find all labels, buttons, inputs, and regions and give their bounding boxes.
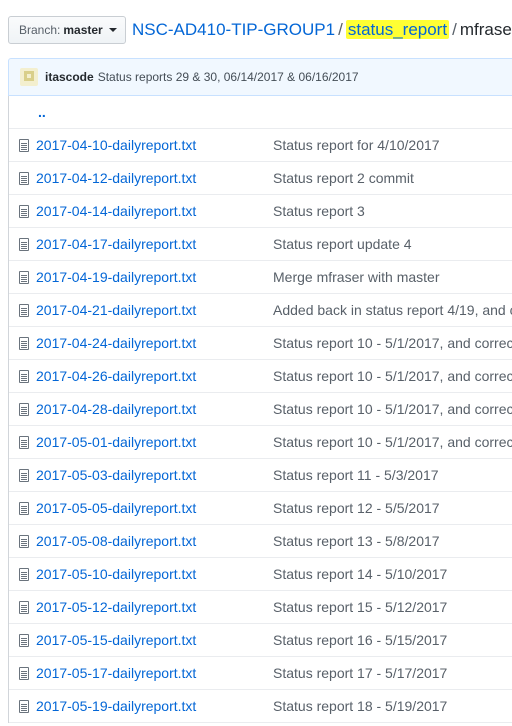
file-commit-message-link[interactable]: Status report 10 - 5/1/2017, and correc [273, 335, 512, 351]
file-text-icon [19, 139, 29, 152]
file-commit-message-link[interactable]: Status report 10 - 5/1/2017, and correc [273, 434, 512, 450]
file-text-icon [19, 601, 29, 614]
file-text-icon [19, 535, 29, 548]
file-text-icon [19, 205, 29, 218]
commit-message-link[interactable]: Status reports 29 & 30, 06/14/2017 & 06/… [98, 70, 359, 84]
file-commit-message-link[interactable]: Status report 18 - 5/19/2017 [273, 698, 447, 714]
file-row: 2017-04-12-dailyreport.txt Status report … [9, 162, 512, 195]
file-row: 2017-05-08-dailyreport.txt Status report … [9, 525, 512, 558]
parent-directory-link[interactable]: .. [38, 104, 46, 120]
file-row: 2017-04-21-dailyreport.txt Added back in … [9, 294, 512, 327]
file-commit-message-link[interactable]: Merge mfraser with master [273, 269, 439, 285]
file-row: 2017-04-19-dailyreport.txt Merge mfraser … [9, 261, 512, 294]
file-row: 2017-04-14-dailyreport.txt Status report … [9, 195, 512, 228]
file-row: 2017-05-10-dailyreport.txt Status report … [9, 558, 512, 591]
file-list: .. 2017-04-10-dailyreport.txt Status repo… [8, 96, 512, 723]
file-text-icon [19, 502, 29, 515]
file-commit-message-link[interactable]: Status report 17 - 5/17/2017 [273, 665, 447, 681]
breadcrumb-folder-link[interactable]: status_report [345, 20, 450, 39]
file-text-icon [19, 634, 29, 647]
file-row: 2017-04-24-dailyreport.txt Status report … [9, 327, 512, 360]
file-commit-message-link[interactable]: Status report 3 [273, 203, 365, 219]
file-name-link[interactable]: 2017-05-05-dailyreport.txt [36, 500, 196, 516]
file-name-link[interactable]: 2017-04-24-dailyreport.txt [36, 335, 196, 351]
file-text-icon [19, 436, 29, 449]
file-commit-message-link[interactable]: Status report 16 - 5/15/2017 [273, 632, 447, 648]
file-name-link[interactable]: 2017-04-17-dailyreport.txt [36, 236, 196, 252]
file-name-link[interactable]: 2017-05-12-dailyreport.txt [36, 599, 196, 615]
breadcrumb: NSC-AD410-TIP-GROUP1/status_report / mfras… [132, 19, 512, 41]
breadcrumb-separator: / [338, 20, 343, 39]
file-text-icon [19, 700, 29, 713]
file-text-icon [19, 403, 29, 416]
file-name-link[interactable]: 2017-04-10-dailyreport.txt [36, 137, 196, 153]
file-row: 2017-04-26-dailyreport.txt Status report … [9, 360, 512, 393]
file-name-link[interactable]: 2017-04-19-dailyreport.txt [36, 269, 196, 285]
branch-label-prefix: Branch: [19, 23, 61, 37]
file-text-icon [19, 337, 29, 350]
parent-directory-row: .. [9, 96, 512, 129]
file-name-link[interactable]: 2017-04-12-dailyreport.txt [36, 170, 196, 186]
file-commit-message-link[interactable]: Status report for 4/10/2017 [273, 137, 440, 153]
file-name-link[interactable]: 2017-04-21-dailyreport.txt [36, 302, 196, 318]
commit-author-link[interactable]: itascode [45, 70, 94, 84]
file-text-icon [19, 271, 29, 284]
file-commit-message-link[interactable]: Status report update 4 [273, 236, 412, 252]
latest-commit-bar: itascode Status reports 29 & 30, 06/14/2… [8, 58, 512, 96]
file-text-icon [19, 667, 29, 680]
breadcrumb-current-folder: mfraser [459, 20, 512, 39]
file-text-icon [19, 304, 29, 317]
file-commit-message-link[interactable]: Status report 12 - 5/5/2017 [273, 500, 440, 516]
top-bar: Branch: master NSC-AD410-TIP-GROUP1/stat… [0, 0, 512, 58]
file-commit-message-link[interactable]: Status report 10 - 5/1/2017, and correc [273, 368, 512, 384]
chevron-down-icon [108, 28, 117, 32]
file-name-link[interactable]: 2017-05-15-dailyreport.txt [36, 632, 196, 648]
file-text-icon [19, 568, 29, 581]
file-row: 2017-05-03-dailyreport.txt Status report … [9, 459, 512, 492]
file-name-link[interactable]: 2017-05-19-dailyreport.txt [36, 698, 196, 714]
file-commit-message-link[interactable]: Status report 13 - 5/8/2017 [273, 533, 440, 549]
file-text-icon [19, 238, 29, 251]
branch-select-button[interactable]: Branch: master [8, 16, 126, 44]
breadcrumb-repo-link[interactable]: NSC-AD410-TIP-GROUP1 [132, 20, 335, 39]
branch-name: master [63, 23, 103, 37]
file-name-link[interactable]: 2017-04-14-dailyreport.txt [36, 203, 196, 219]
file-name-link[interactable]: 2017-04-26-dailyreport.txt [36, 368, 196, 384]
file-text-icon [19, 370, 29, 383]
file-name-link[interactable]: 2017-04-28-dailyreport.txt [36, 401, 196, 417]
file-row: 2017-04-10-dailyreport.txt Status report … [9, 129, 512, 162]
file-commit-message-link[interactable]: Status report 10 - 5/1/2017, and correc [273, 401, 512, 417]
file-commit-message-link[interactable]: Added back in status report 4/19, and c [273, 302, 512, 318]
file-commit-message-link[interactable]: Status report 15 - 5/12/2017 [273, 599, 447, 615]
avatar[interactable] [20, 68, 38, 86]
file-text-icon [19, 172, 29, 185]
file-name-link[interactable]: 2017-05-03-dailyreport.txt [36, 467, 196, 483]
file-commit-message-link[interactable]: Status report 2 commit [273, 170, 414, 186]
file-name-link[interactable]: 2017-05-08-dailyreport.txt [36, 533, 196, 549]
file-text-icon [19, 469, 29, 482]
file-commit-message-link[interactable]: Status report 11 - 5/3/2017 [273, 467, 439, 483]
file-name-link[interactable]: 2017-05-01-dailyreport.txt [36, 434, 196, 450]
file-row: 2017-05-17-dailyreport.txt Status report … [9, 657, 512, 690]
breadcrumb-separator: / [452, 20, 457, 39]
file-commit-message-link[interactable]: Status report 14 - 5/10/2017 [273, 566, 447, 582]
file-row: 2017-05-12-dailyreport.txt Status report … [9, 591, 512, 624]
file-row: 2017-05-05-dailyreport.txt Status report … [9, 492, 512, 525]
file-row: 2017-05-19-dailyreport.txt Status report … [9, 690, 512, 723]
file-row: 2017-04-28-dailyreport.txt Status report … [9, 393, 512, 426]
file-name-link[interactable]: 2017-05-10-dailyreport.txt [36, 566, 196, 582]
file-row: 2017-04-17-dailyreport.txt Status report … [9, 228, 512, 261]
file-row: 2017-05-15-dailyreport.txt Status report … [9, 624, 512, 657]
file-row: 2017-05-01-dailyreport.txt Status report … [9, 426, 512, 459]
file-name-link[interactable]: 2017-05-17-dailyreport.txt [36, 665, 196, 681]
